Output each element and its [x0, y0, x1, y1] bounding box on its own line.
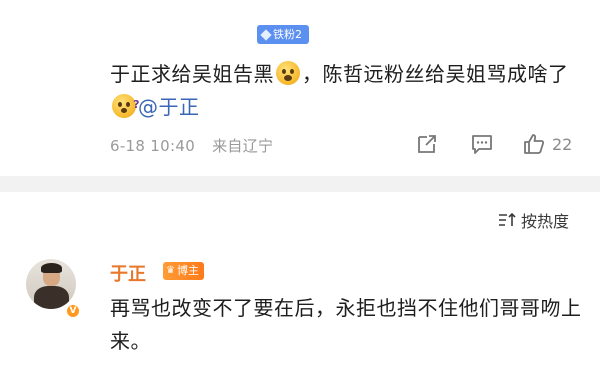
section-divider	[0, 176, 600, 192]
avatar[interactable]	[26, 259, 76, 309]
post-text-part1: 于正求给吴姐告黑	[110, 62, 274, 86]
post-location: 来自辽宁	[212, 137, 274, 155]
post-time: 6-18 10:40	[110, 137, 196, 155]
fan-badge-label: 铁粉2	[273, 28, 302, 41]
comment-text: 再骂也改变不了要在后，永拒也挡不住他们哥哥吻上来。	[110, 296, 582, 353]
verified-v-badge: V	[65, 303, 81, 319]
crown-icon: ♛	[166, 265, 175, 276]
comment-icon	[472, 135, 492, 154]
confused-face-emoji-icon: ?	[112, 94, 140, 118]
share-button[interactable]	[416, 130, 438, 158]
fan-level-badge[interactable]: 铁粉2	[257, 25, 309, 44]
post-meta: 6-18 10:40 来自辽宁	[110, 135, 273, 156]
like-count: 22	[552, 134, 573, 154]
thumbs-up-icon	[524, 134, 545, 154]
post-body: 于正求给吴姐告黑 ，陈哲远粉丝给吴姐骂成啥了? @于正	[110, 58, 580, 124]
like-button[interactable]: 22	[522, 130, 572, 158]
sort-icon	[499, 212, 516, 226]
post-text-part2: ，陈哲远粉丝给吴姐骂成啥了	[302, 62, 569, 86]
share-icon	[418, 135, 436, 153]
sort-label: 按热度	[521, 212, 570, 231]
comment-button[interactable]	[470, 130, 494, 158]
blogger-badge-label: 博主	[176, 264, 199, 277]
sort-by-hot-button[interactable]: 按热度	[497, 208, 569, 232]
scream-face-emoji-icon	[276, 61, 300, 85]
mention-link[interactable]: @于正	[138, 95, 200, 119]
comment-author-name[interactable]: 于正	[110, 260, 146, 286]
diamond-icon	[260, 28, 272, 41]
blogger-badge: ♛ 博主	[163, 262, 204, 280]
weibo-post: 铁粉2 于正求给吴姐告黑 ，陈哲远粉丝给吴姐骂成啥了? @于正 6-18 10:40…	[0, 0, 600, 176]
